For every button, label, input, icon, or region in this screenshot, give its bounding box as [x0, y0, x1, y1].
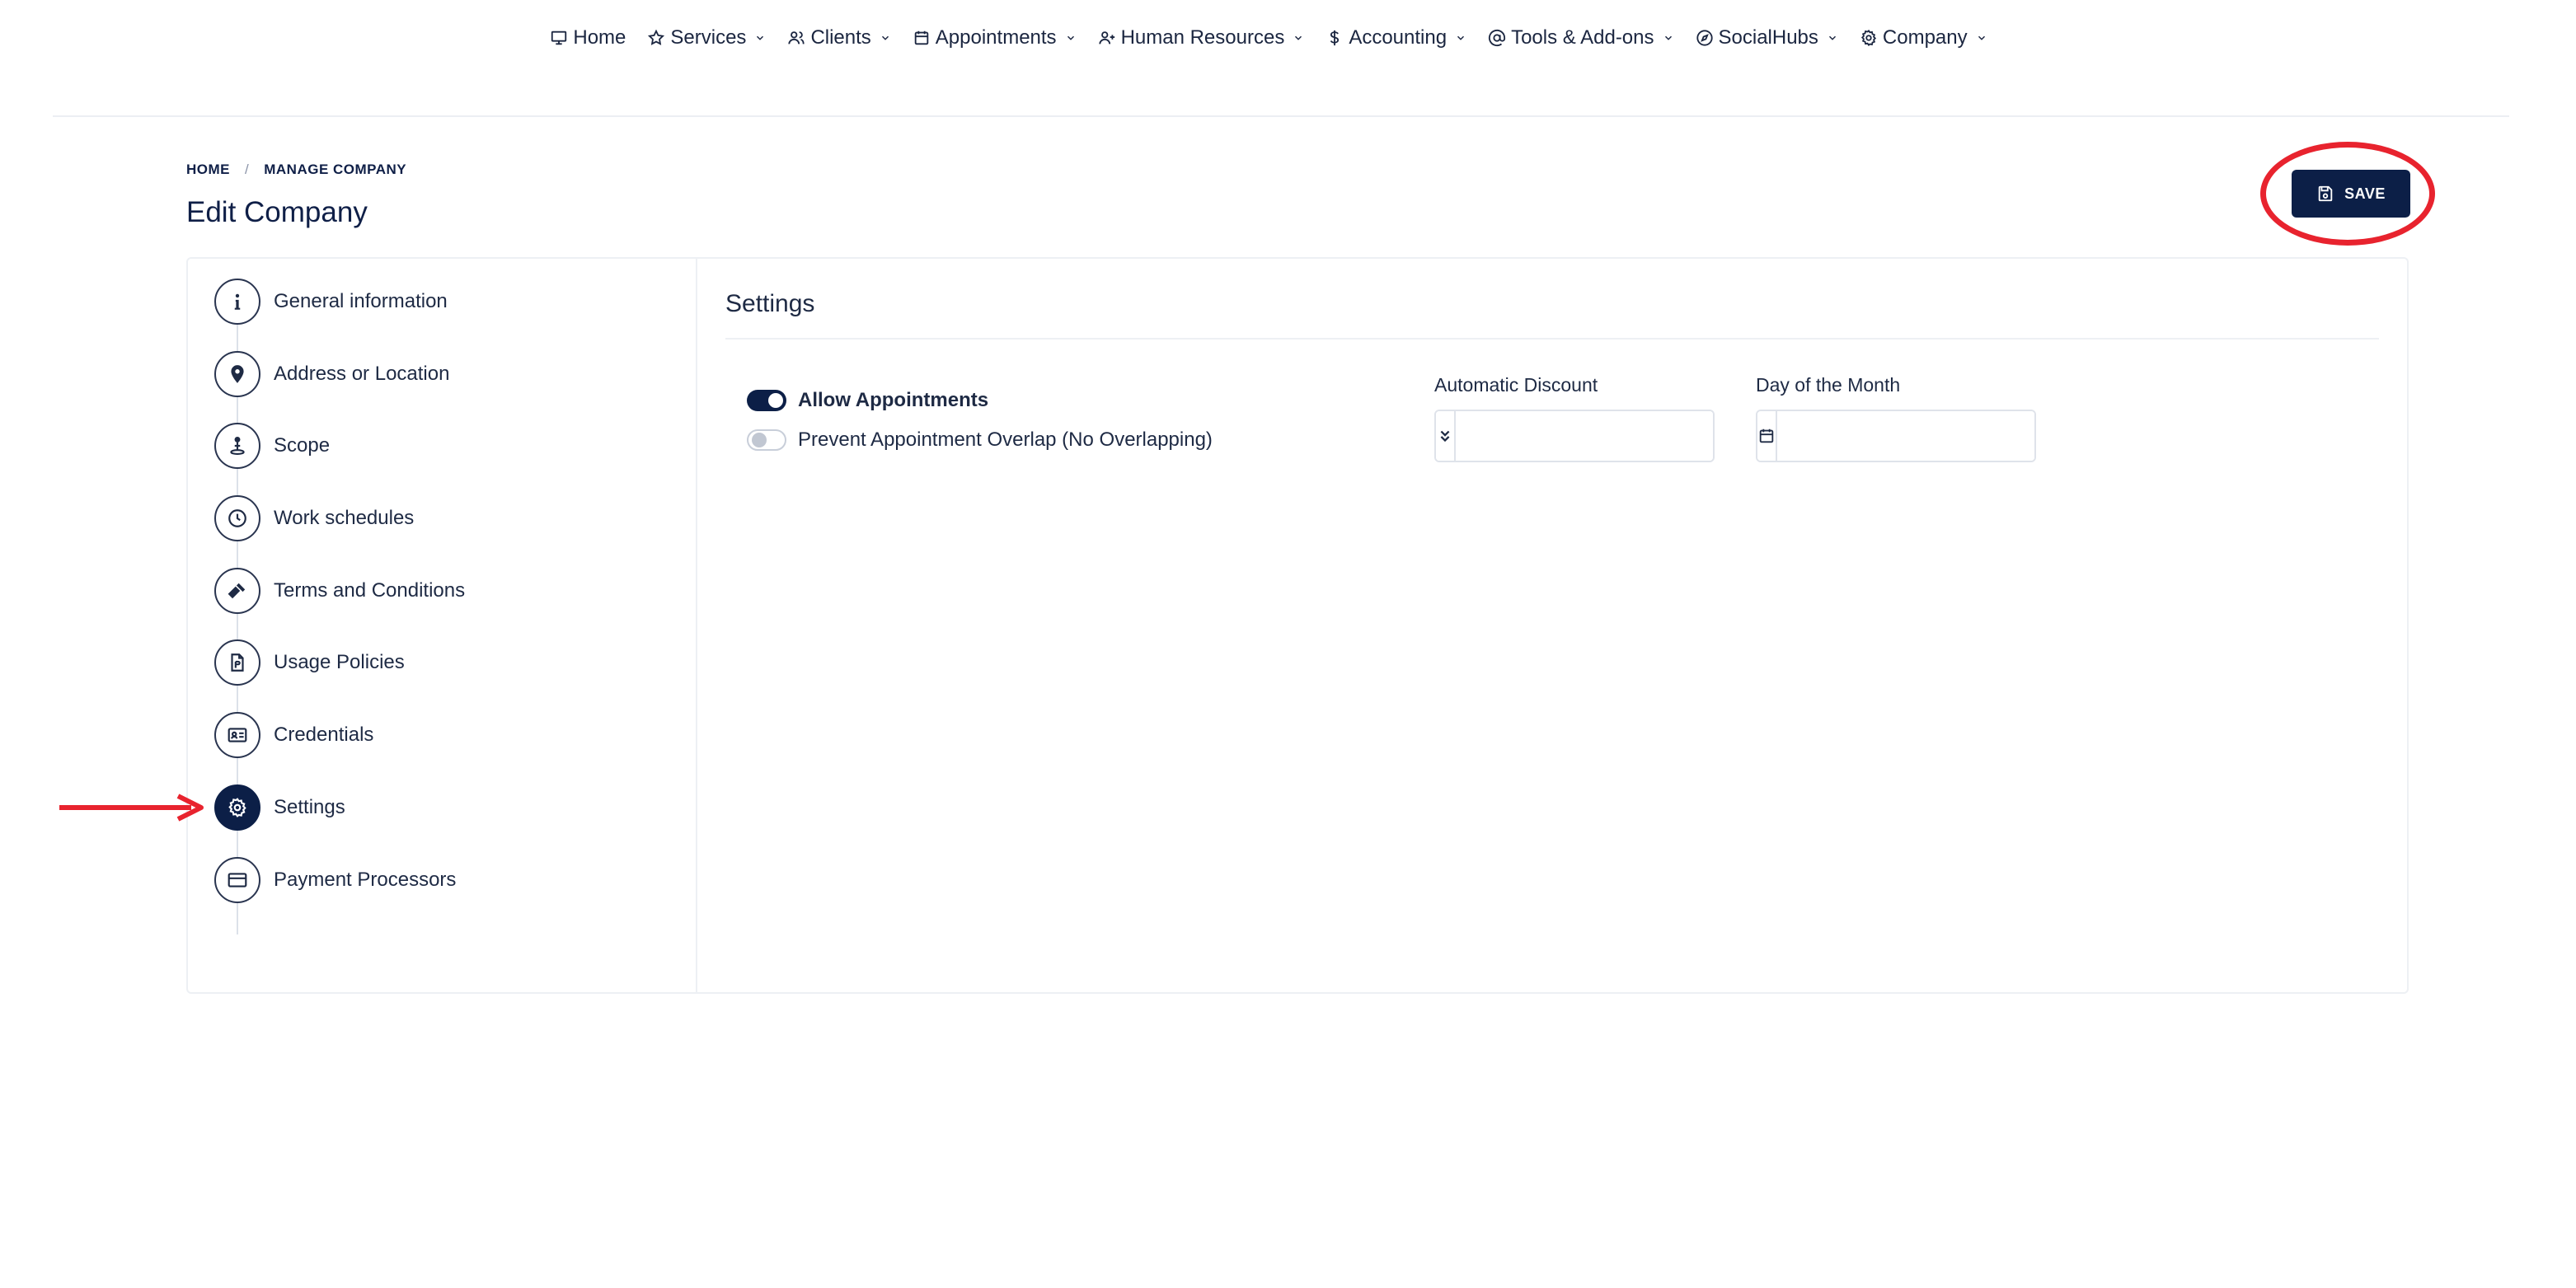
chevron-down-icon — [1664, 35, 1672, 40]
save-button-label: SAVE — [2344, 185, 2386, 202]
automatic-discount-field: Automatic Discount — [1434, 374, 1715, 462]
chevron-down-icon — [881, 35, 889, 40]
nav-item-home[interactable]: Home — [550, 26, 626, 49]
stepper: General information Address or Location … — [214, 279, 465, 929]
field-label: Automatic Discount — [1434, 374, 1598, 396]
nav-item-services[interactable]: Services — [647, 26, 766, 49]
day-of-month-group — [1756, 410, 2036, 462]
gavel-icon — [214, 567, 260, 614]
monitor-icon — [551, 30, 567, 45]
info-icon — [214, 279, 260, 325]
nav-list: Home Services Clients Appointments Human… — [550, 26, 1987, 49]
nav-item-human-resources[interactable]: Human Resources — [1098, 26, 1305, 49]
settings-sidebar: General information Address or Location … — [188, 259, 697, 992]
annotation-arrow — [59, 794, 204, 822]
document-icon — [214, 639, 260, 686]
page-title: Edit Company — [186, 196, 368, 228]
nav-item-label: Home — [573, 26, 626, 49]
star-icon — [648, 29, 665, 45]
double-chevron-down-icon — [1436, 411, 1456, 461]
nav-item-label: Clients — [810, 26, 871, 49]
step-label: Work schedules — [274, 507, 415, 530]
calendar-icon — [914, 30, 929, 45]
calendar-icon — [1757, 411, 1777, 461]
id-card-icon — [214, 712, 260, 759]
step-general-information[interactable]: General information — [214, 279, 465, 325]
toggle-label: Prevent Appointment Overlap (No Overlapp… — [798, 429, 1213, 451]
nav-item-label: Human Resources — [1120, 26, 1285, 49]
toggle-group: Allow Appointments Prevent Appointment O… — [747, 381, 1213, 460]
step-credentials[interactable]: Credentials — [214, 712, 465, 759]
settings-panel: Settings Allow Appointments Prevent Appo… — [697, 259, 2407, 992]
user-plus-icon — [1098, 31, 1114, 44]
gear-icon — [214, 784, 260, 831]
nav-item-label: Services — [670, 26, 747, 49]
nav-item-label: SocialHubs — [1718, 26, 1818, 49]
at-sign-icon — [1489, 29, 1506, 47]
map-pin-icon — [214, 350, 260, 397]
scope-person-icon — [214, 423, 260, 470]
breadcrumb-home[interactable]: HOME — [186, 162, 230, 178]
allow-appointments-toggle[interactable]: Allow Appointments — [747, 381, 1213, 420]
toggle-switch-on[interactable] — [747, 390, 786, 411]
toggle-label: Allow Appointments — [798, 389, 989, 411]
nav-item-tools[interactable]: Tools & Add-ons — [1488, 26, 1673, 49]
nav-item-appointments[interactable]: Appointments — [913, 26, 1077, 49]
automatic-discount-group — [1434, 410, 1715, 462]
nav-item-label: Tools & Add-ons — [1511, 26, 1654, 49]
breadcrumb-current: MANAGE COMPANY — [264, 162, 407, 177]
step-label: Address or Location — [274, 362, 450, 385]
chevron-down-icon — [1457, 35, 1465, 40]
gear-icon — [1860, 29, 1876, 47]
step-label: Scope — [274, 434, 331, 457]
step-settings[interactable]: Settings — [214, 784, 465, 831]
nav-item-accounting[interactable]: Accounting — [1326, 26, 1466, 49]
step-label: General information — [274, 290, 448, 312]
nav-item-company[interactable]: Company — [1860, 26, 1987, 49]
chevron-down-icon — [1828, 35, 1836, 40]
toggle-switch-off[interactable] — [747, 429, 786, 451]
chevron-down-icon — [1295, 35, 1302, 40]
floppy-disk-icon — [2318, 185, 2333, 202]
section-title: Settings — [725, 290, 2379, 340]
step-terms-conditions[interactable]: Terms and Conditions — [214, 567, 466, 614]
step-label: Settings — [274, 795, 345, 818]
step-usage-policies[interactable]: Usage Policies — [214, 639, 465, 686]
edit-company-card: General information Address or Location … — [186, 257, 2409, 994]
save-button[interactable]: SAVE — [2292, 170, 2410, 218]
step-label: Usage Policies — [274, 651, 405, 674]
step-address-location[interactable]: Address or Location — [214, 350, 465, 397]
dollar-icon — [1330, 30, 1340, 46]
step-payment-processors[interactable]: Payment Processors — [214, 856, 465, 903]
field-label: Day of the Month — [1756, 374, 1901, 396]
chevron-down-icon — [1067, 35, 1074, 40]
step-label: Credentials — [274, 724, 374, 747]
step-label: Payment Processors — [274, 868, 457, 891]
breadcrumb: HOME / MANAGE COMPANY — [186, 162, 406, 178]
step-scope[interactable]: Scope — [214, 423, 465, 470]
credit-card-icon — [214, 856, 260, 903]
chevron-down-icon — [1978, 35, 1985, 40]
clock-icon — [214, 495, 260, 542]
day-of-month-input[interactable] — [1777, 411, 2034, 461]
day-of-month-field: Day of the Month — [1756, 374, 2036, 462]
nav-item-socialhubs[interactable]: SocialHubs — [1696, 26, 1838, 49]
automatic-discount-input[interactable] — [1456, 411, 1713, 461]
nav-item-label: Company — [1882, 26, 1968, 49]
compass-icon — [1696, 30, 1713, 46]
step-work-schedules[interactable]: Work schedules — [214, 495, 465, 542]
nav-item-clients[interactable]: Clients — [787, 26, 890, 49]
chevron-down-icon — [757, 35, 764, 40]
top-navigation: Home Services Clients Appointments Human… — [53, 0, 2509, 117]
nav-item-label: Accounting — [1349, 26, 1448, 49]
prevent-overlap-toggle[interactable]: Prevent Appointment Overlap (No Overlapp… — [747, 420, 1213, 460]
nav-item-label: Appointments — [935, 26, 1057, 49]
breadcrumb-separator: / — [245, 162, 250, 177]
step-label: Terms and Conditions — [274, 578, 466, 602]
users-icon — [788, 31, 805, 44]
